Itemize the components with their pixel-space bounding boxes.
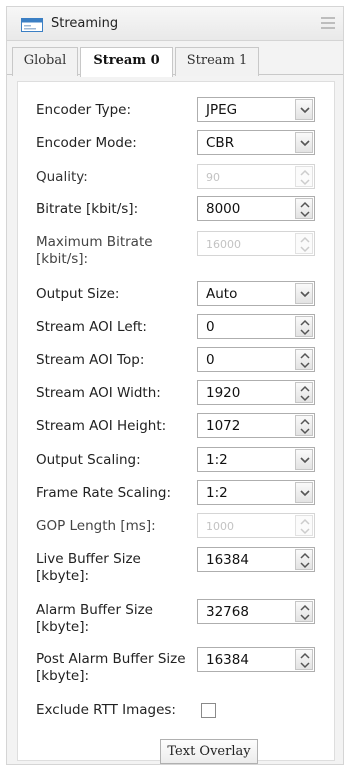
- chevron-down-icon[interactable]: [295, 449, 313, 470]
- post-alarm-buffer-spinner[interactable]: 16384: [197, 647, 315, 672]
- post-alarm-buffer-value: 16384: [206, 652, 249, 668]
- spinner-arrows-icon[interactable]: [295, 649, 313, 670]
- gop-length-value: 1000: [206, 520, 234, 533]
- frame-rate-scaling-value: 1:2: [206, 485, 228, 501]
- live-buffer-value: 16384: [206, 552, 249, 568]
- aoi-top-spinner[interactable]: 0: [197, 347, 315, 372]
- aoi-width-label: Stream AOI Width:: [36, 385, 161, 401]
- encoder-mode-value: CBR: [206, 135, 235, 151]
- gop-length-spinner: 1000: [197, 513, 315, 538]
- encoder-type-value: JPEG: [206, 102, 238, 118]
- chevron-down-icon[interactable]: [295, 482, 313, 503]
- tab-stream-1[interactable]: Stream 1: [175, 47, 259, 76]
- stream-settings-form: Encoder Type: JPEG Encoder Mode: CBR Qua…: [17, 81, 335, 764]
- exclude-rtt-label: Exclude RTT Images:: [36, 702, 176, 718]
- quality-value: 90: [206, 171, 220, 184]
- spinner-arrows-icon[interactable]: [295, 382, 313, 403]
- spinner-arrows-icon: [295, 233, 313, 254]
- aoi-top-value: 0: [206, 352, 215, 368]
- aoi-width-spinner[interactable]: 1920: [197, 380, 315, 405]
- spinner-arrows-icon[interactable]: [295, 415, 313, 436]
- spinner-arrows-icon[interactable]: [295, 198, 313, 219]
- chevron-down-icon[interactable]: [295, 283, 313, 304]
- aoi-height-value: 1072: [206, 418, 241, 434]
- spinner-arrows-icon[interactable]: [295, 549, 313, 570]
- tab-stream-0[interactable]: Stream 0: [80, 47, 173, 77]
- gop-length-label: GOP Length [ms]:: [36, 518, 156, 534]
- aoi-width-value: 1920: [206, 385, 241, 401]
- max-bitrate-spinner: 16000: [197, 231, 315, 256]
- live-buffer-label: Live Buffer Size [kbyte]:: [36, 551, 141, 584]
- output-scaling-select[interactable]: 1:2: [197, 447, 315, 472]
- output-size-value: Auto: [206, 286, 238, 302]
- alarm-buffer-spinner[interactable]: 32768: [197, 599, 315, 624]
- panel-titlebar: Streaming: [7, 7, 343, 41]
- aoi-left-value: 0: [206, 319, 215, 335]
- bitrate-value: 8000: [206, 201, 241, 217]
- alarm-buffer-label: Alarm Buffer Size [kbyte]:: [36, 602, 153, 635]
- spinner-arrows-icon[interactable]: [295, 316, 313, 337]
- output-scaling-value: 1:2: [206, 452, 228, 468]
- post-alarm-buffer-label: Post Alarm Buffer Size [kbyte]:: [36, 651, 186, 684]
- aoi-left-spinner[interactable]: 0: [197, 314, 315, 339]
- tab-global[interactable]: Global: [12, 47, 78, 76]
- panel-grip-icon[interactable]: [321, 17, 335, 29]
- spinner-arrows-icon: [295, 166, 313, 187]
- aoi-left-label: Stream AOI Left:: [36, 319, 147, 335]
- panel-title: Streaming: [51, 16, 119, 31]
- chevron-down-icon[interactable]: [295, 99, 313, 120]
- spinner-arrows-icon[interactable]: [295, 349, 313, 370]
- max-bitrate-value: 16000: [206, 238, 241, 251]
- output-size-select[interactable]: Auto: [197, 281, 315, 306]
- chevron-down-icon[interactable]: [295, 132, 313, 153]
- encoder-type-label: Encoder Type:: [36, 102, 132, 118]
- bitrate-spinner[interactable]: 8000: [197, 196, 315, 221]
- spinner-arrows-icon[interactable]: [295, 601, 313, 622]
- spinner-arrows-icon: [295, 515, 313, 536]
- aoi-height-spinner[interactable]: 1072: [197, 413, 315, 438]
- monitor-icon: [21, 18, 43, 32]
- max-bitrate-label: Maximum Bitrate [kbit/s]:: [36, 234, 153, 267]
- encoder-mode-select[interactable]: CBR: [197, 130, 315, 155]
- stream-tabs: Global Stream 0 Stream 1: [7, 41, 343, 77]
- encoder-mode-label: Encoder Mode:: [36, 135, 137, 151]
- quality-spinner: 90: [197, 164, 315, 189]
- aoi-top-label: Stream AOI Top:: [36, 352, 145, 368]
- encoder-type-select[interactable]: JPEG: [197, 97, 315, 122]
- frame-rate-scaling-select[interactable]: 1:2: [197, 480, 315, 505]
- text-overlay-button[interactable]: Text Overlay: [160, 739, 258, 764]
- frame-rate-scaling-label: Frame Rate Scaling:: [36, 485, 172, 501]
- output-size-label: Output Size:: [36, 286, 120, 302]
- alarm-buffer-value: 32768: [206, 604, 249, 620]
- exclude-rtt-checkbox[interactable]: [201, 703, 216, 718]
- quality-label: Quality:: [36, 169, 88, 185]
- output-scaling-label: Output Scaling:: [36, 452, 141, 468]
- live-buffer-spinner[interactable]: 16384: [197, 547, 315, 572]
- bitrate-label: Bitrate [kbit/s]:: [36, 201, 139, 217]
- aoi-height-label: Stream AOI Height:: [36, 418, 167, 434]
- streaming-panel: Streaming Global Stream 0 Stream 1 Encod…: [6, 6, 344, 765]
